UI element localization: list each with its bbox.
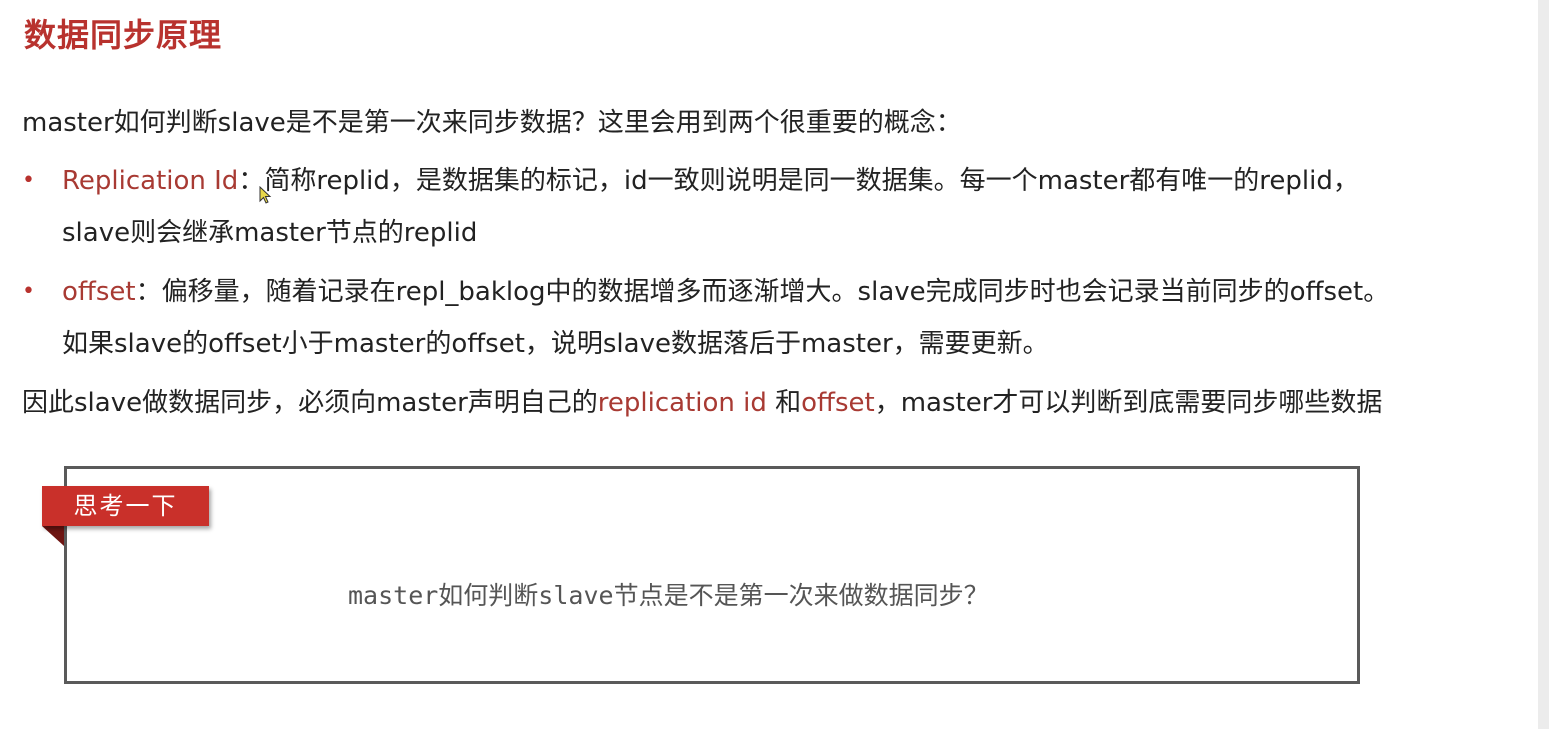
term-replication-id: replication id bbox=[597, 388, 767, 418]
bullet-text-continued: 如果slave的offset小于master的offset，说明slave数据落… bbox=[62, 329, 1049, 359]
callout-tag: 思考一下 bbox=[42, 486, 209, 526]
scroll-edge bbox=[1538, 0, 1549, 729]
term-separator: ： bbox=[135, 277, 162, 307]
mouse-cursor-icon bbox=[259, 186, 272, 204]
bullet-dot: • bbox=[22, 279, 35, 304]
conclusion-paragraph: 因此slave做数据同步，必须向master声明自己的replication i… bbox=[22, 386, 1382, 420]
page-title: 数据同步原理 bbox=[24, 16, 223, 54]
callout-tag-fold bbox=[42, 526, 64, 546]
conclusion-text: ，master才可以判断到底需要同步哪些数据 bbox=[874, 388, 1383, 418]
bullet-line-offset: offset：偏移量，随着记录在repl_baklog中的数据增多而逐渐增大。s… bbox=[62, 275, 1389, 309]
bullet-text-continued: slave则会继承master节点的replid bbox=[62, 218, 478, 248]
intro-paragraph: master如何判断slave是不是第一次来同步数据？这里会用到两个很重要的概念… bbox=[22, 108, 962, 138]
callout-question: master如何判断slave节点是不是第一次来做数据同步？ bbox=[348, 581, 989, 610]
conclusion-text: 因此slave做数据同步，必须向master声明自己的 bbox=[22, 388, 598, 418]
conclusion-text: 和 bbox=[766, 388, 802, 418]
term-replication-id: Replication Id bbox=[62, 166, 239, 196]
term-offset: offset bbox=[801, 388, 875, 418]
bullet-line-replication-id: Replication Id：简称replid，是数据集的标记，id一致则说明是… bbox=[62, 164, 1359, 198]
bullet-dot: • bbox=[22, 168, 35, 193]
term-offset: offset bbox=[62, 277, 136, 307]
bullet-text: 简称replid，是数据集的标记，id一致则说明是同一数据集。每一个master… bbox=[264, 166, 1359, 196]
bullet-text: 偏移量，随着记录在repl_baklog中的数据增多而逐渐增大。slave完成同… bbox=[161, 277, 1390, 307]
callout-box bbox=[64, 466, 1360, 684]
